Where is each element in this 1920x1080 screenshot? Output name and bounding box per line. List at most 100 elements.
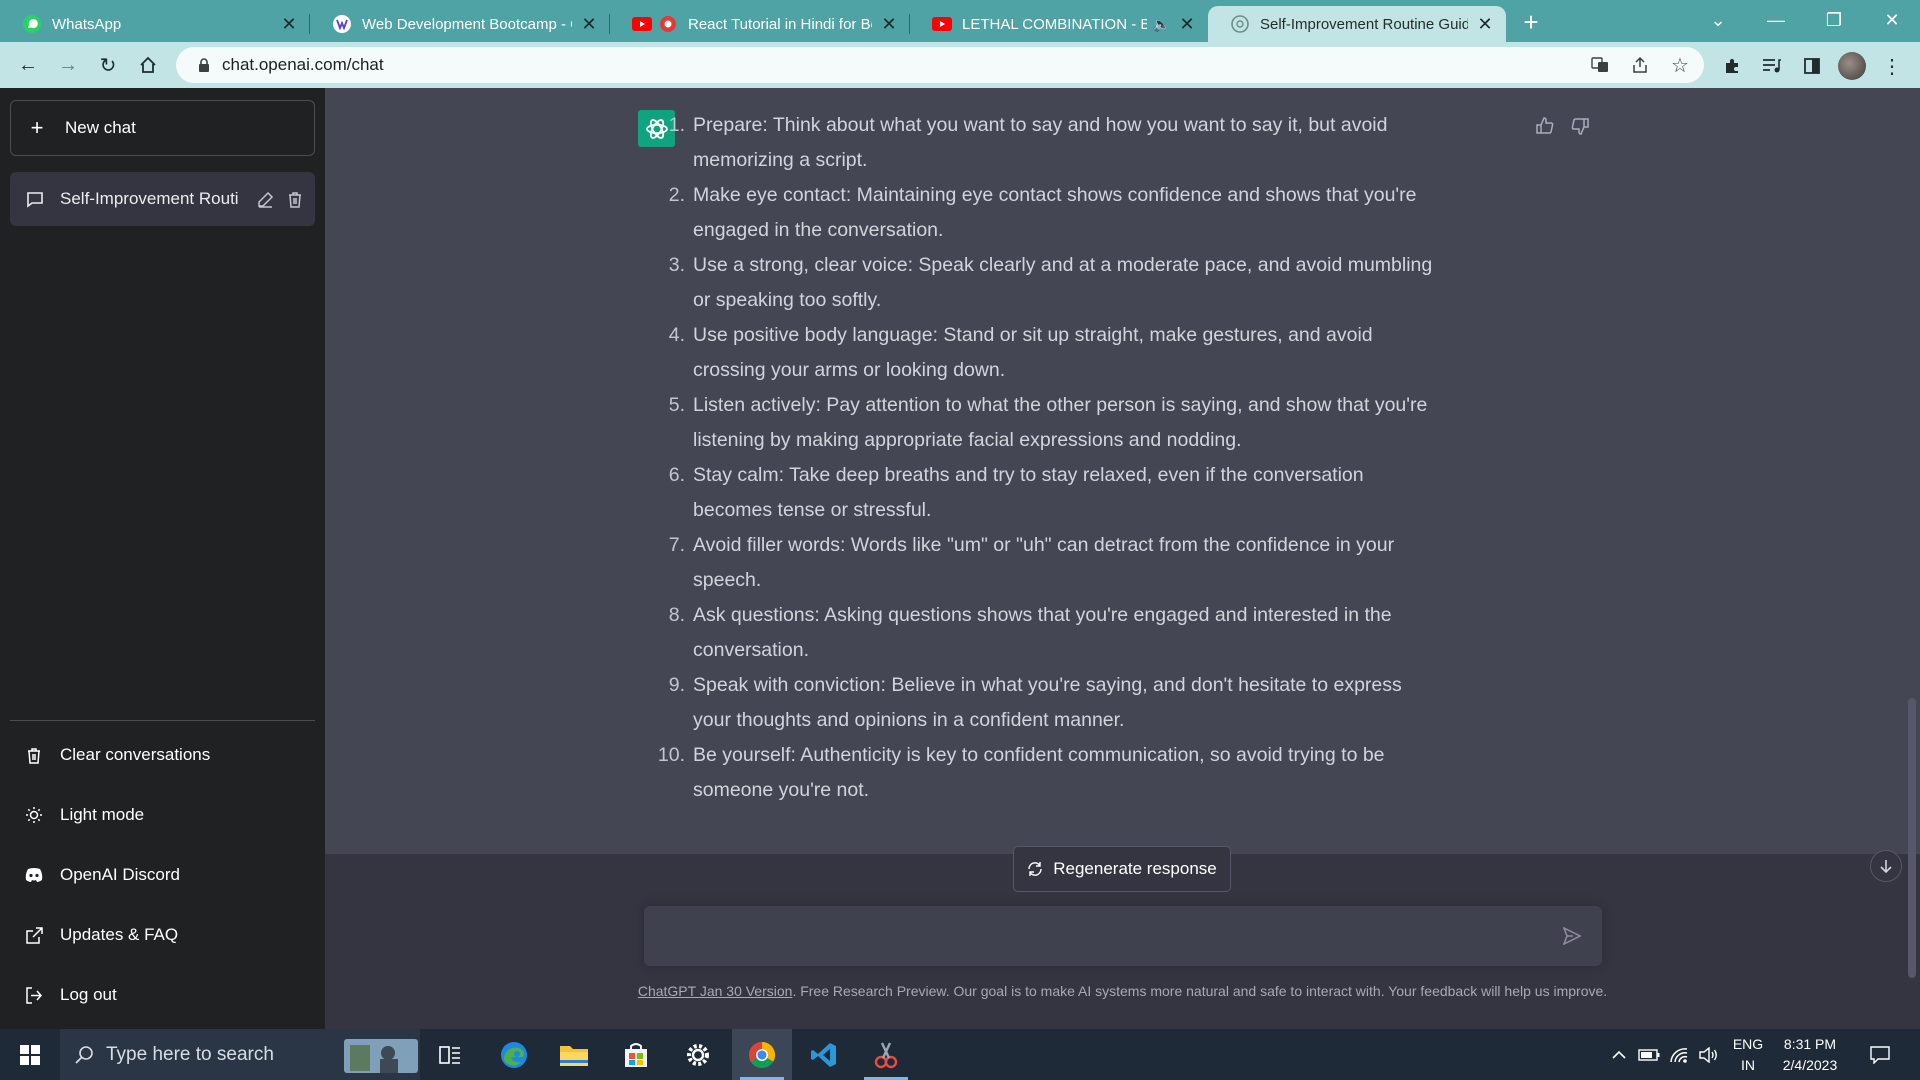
light-mode-button[interactable]: Light mode	[10, 790, 315, 840]
chatgpt-icon	[1230, 14, 1250, 34]
tab-self-improvement[interactable]: Self-Improvement Routine Guide ✕	[1208, 6, 1506, 42]
scroll-to-bottom-button[interactable]	[1870, 850, 1902, 882]
trash-icon	[24, 747, 44, 764]
bootcamp-icon	[332, 14, 352, 34]
url-text[interactable]: chat.openai.com/chat	[222, 55, 384, 75]
profile-avatar[interactable]	[1838, 52, 1866, 80]
settings-icon[interactable]	[668, 1029, 728, 1080]
assistant-message: 1. Prepare: Think about what you want to …	[325, 88, 1920, 854]
close-icon[interactable]: ✕	[278, 13, 300, 35]
refresh-icon	[1027, 861, 1043, 877]
tab-title: Self-Improvement Routine Guide	[1260, 15, 1468, 33]
system-clock[interactable]: 8:31 PM 2/4/2023	[1770, 1034, 1850, 1076]
external-link-icon	[24, 926, 44, 944]
tab-whatsapp[interactable]: WhatsApp ✕	[0, 6, 310, 42]
browser-tab-strip: WhatsApp ✕ Web Development Bootcamp - C …	[0, 0, 1920, 42]
extensions-icon[interactable]	[1718, 52, 1746, 80]
restore-button[interactable]: ❐	[1806, 0, 1862, 40]
plus-icon: +	[30, 115, 44, 140]
side-panel-icon[interactable]	[1798, 52, 1826, 80]
file-explorer-icon[interactable]	[544, 1029, 604, 1080]
close-window-button[interactable]: ✕	[1864, 0, 1920, 40]
whatsapp-icon	[22, 14, 42, 34]
list-item: 8. Ask questions: Asking questions shows …	[668, 604, 1392, 661]
back-button[interactable]: ←	[12, 49, 44, 81]
clock-time: 8:31 PM	[1783, 1036, 1837, 1052]
close-icon[interactable]: ✕	[1176, 13, 1198, 35]
search-highlight-image[interactable]	[342, 1029, 420, 1080]
footer-text: . Free Research Preview. Our goal is to …	[792, 983, 1608, 999]
edit-icon[interactable]	[254, 191, 276, 208]
tab-search-button[interactable]: ⌄	[1690, 0, 1746, 40]
conversation-item[interactable]: Self-Improvement Routi	[10, 172, 315, 226]
regenerate-response-button[interactable]: Regenerate response	[1013, 846, 1231, 892]
list-item: 2. Make eye contact: Maintaining eye cont…	[668, 184, 1417, 241]
close-icon[interactable]: ✕	[1474, 13, 1496, 35]
send-icon[interactable]	[1560, 924, 1584, 948]
chat-main: 1. Prepare: Think about what you want to …	[325, 88, 1920, 1029]
sidebar-item-label: OpenAI Discord	[60, 865, 180, 884]
browser-toolbar: ← → ↻ chat.openai.com/chat ☆ ⋮	[0, 42, 1920, 88]
youtube-icon	[632, 14, 652, 34]
vscode-icon[interactable]	[794, 1029, 854, 1080]
battery-icon[interactable]	[1636, 1029, 1662, 1080]
answer-list: 1. Prepare: Think about what you want to …	[657, 108, 1433, 808]
language-indicator[interactable]: ENG IN	[1728, 1034, 1768, 1076]
new-chat-button[interactable]: + New chat	[10, 100, 315, 156]
trash-icon[interactable]	[284, 191, 306, 208]
wifi-icon[interactable]	[1666, 1029, 1692, 1080]
lock-icon[interactable]	[190, 58, 218, 72]
updates-faq-link[interactable]: Updates & FAQ	[10, 910, 315, 960]
sidebar: + New chat Self-Improvement Routi Clear …	[0, 88, 325, 1029]
scrollbar[interactable]	[1908, 698, 1916, 978]
windows-taskbar: Type here to search ENG IN 8:31 PM 2/4/2…	[0, 1029, 1920, 1080]
notification-icon[interactable]	[1860, 1029, 1900, 1080]
microsoft-store-icon[interactable]	[606, 1029, 666, 1080]
show-hidden-icons-chevron[interactable]	[1606, 1029, 1632, 1080]
clear-conversations-button[interactable]: Clear conversations	[10, 730, 315, 780]
tab-title: Web Development Bootcamp - C	[362, 15, 572, 33]
thumbs-down-icon[interactable]	[1568, 114, 1592, 138]
message-input[interactable]	[660, 920, 1540, 950]
new-chat-label: New chat	[65, 118, 136, 137]
minimize-button[interactable]: —	[1748, 0, 1804, 40]
log-out-button[interactable]: Log out	[10, 970, 315, 1020]
conversation-title: Self-Improvement Routi	[60, 189, 239, 208]
openai-discord-link[interactable]: OpenAI Discord	[10, 850, 315, 900]
share-icon[interactable]	[1628, 53, 1652, 77]
address-bar[interactable]: chat.openai.com/chat ☆	[176, 47, 1704, 83]
list-item: 9. Speak with conviction: Believe in what…	[668, 674, 1402, 731]
browser-menu-icon[interactable]: ⋮	[1878, 52, 1906, 80]
home-button[interactable]	[132, 49, 164, 81]
version-link[interactable]: ChatGPT Jan 30 Version	[638, 983, 793, 999]
task-view-icon[interactable]	[420, 1029, 480, 1080]
home-icon	[140, 56, 156, 73]
close-icon[interactable]: ✕	[578, 13, 600, 35]
tab-title: React Tutorial in Hindi for Be	[688, 15, 872, 33]
list-item: 10. Be yourself: Authenticity is key to c…	[657, 744, 1385, 801]
forward-button[interactable]: →	[52, 49, 84, 81]
list-item: 3. Use a strong, clear voice: Speak clear…	[668, 254, 1433, 311]
snipping-tool-icon[interactable]	[856, 1029, 916, 1080]
chrome-icon	[658, 14, 678, 34]
new-tab-button[interactable]: +	[1515, 6, 1547, 38]
translate-icon[interactable]	[1588, 53, 1612, 77]
sidebar-item-label: Log out	[60, 985, 117, 1004]
sidebar-item-label: Updates & FAQ	[60, 925, 179, 944]
reload-button[interactable]: ↻	[92, 49, 124, 81]
thumbs-up-icon[interactable]	[1533, 114, 1557, 138]
volume-icon[interactable]	[1696, 1029, 1722, 1080]
edge-icon[interactable]	[484, 1029, 544, 1080]
close-icon[interactable]: ✕	[878, 13, 900, 35]
bookmark-star-icon[interactable]: ☆	[1668, 53, 1692, 77]
windows-start-button[interactable]	[0, 1029, 60, 1080]
tab-bootcamp[interactable]: Web Development Bootcamp - C ✕	[310, 6, 610, 42]
list-item: 7. Avoid filler words: Words like "um" or…	[668, 534, 1395, 591]
tab-lethal-combination[interactable]: LETHAL COMBINATION - BIL 🔈 ✕	[910, 6, 1208, 42]
tab-react-tutorial[interactable]: React Tutorial in Hindi for Be ✕	[610, 6, 910, 42]
speaker-icon[interactable]: 🔈	[1153, 16, 1170, 33]
sidebar-divider	[10, 720, 315, 721]
media-control-icon[interactable]	[1758, 52, 1786, 80]
sun-icon	[24, 806, 44, 824]
chrome-taskbar-icon[interactable]	[732, 1029, 792, 1080]
